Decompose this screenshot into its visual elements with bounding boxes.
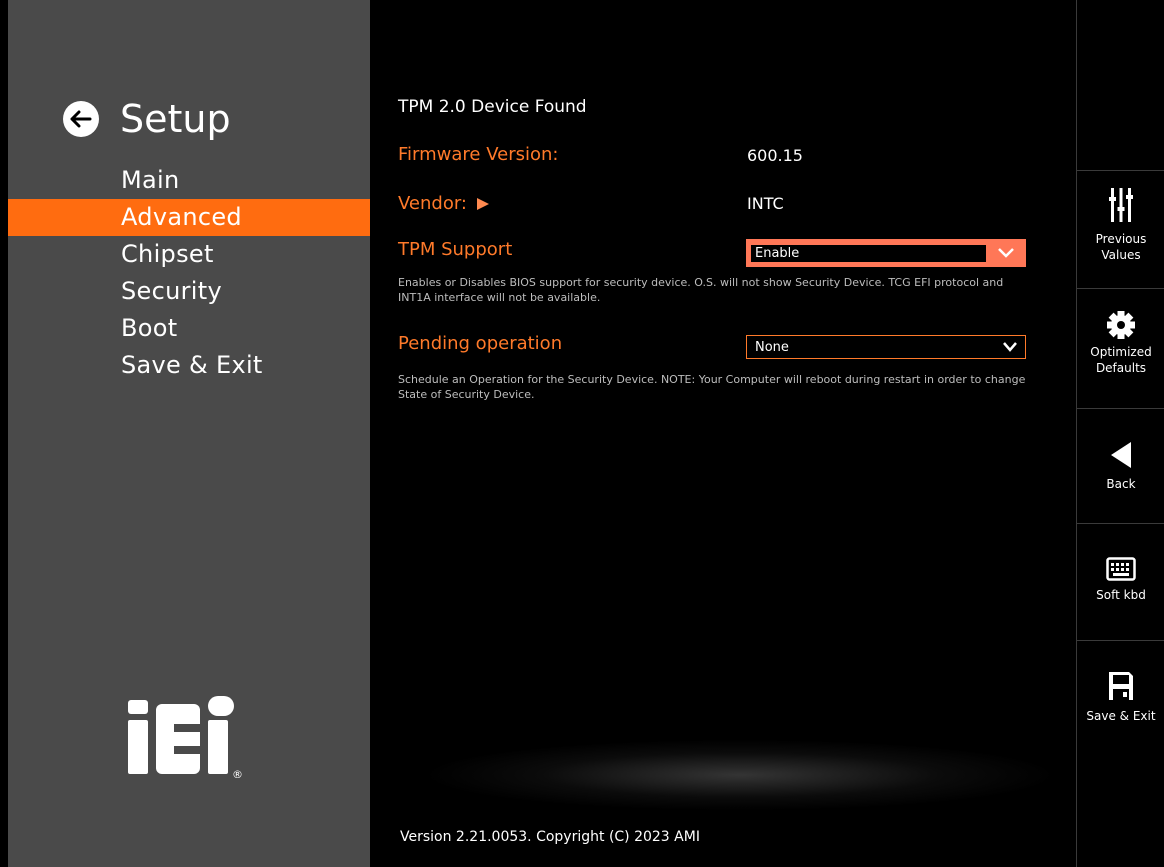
divider — [1077, 523, 1164, 524]
gear-icon — [1077, 310, 1164, 340]
divider — [1077, 288, 1164, 289]
menu-item-boot[interactable]: Boot — [8, 310, 370, 347]
menu-item-advanced[interactable]: Advanced — [8, 199, 370, 236]
vendor-value: INTC — [747, 194, 784, 213]
tpm-device-status: TPM 2.0 Device Found — [398, 97, 587, 117]
menu-item-chipset[interactable]: Chipset — [8, 236, 370, 273]
optimized-defaults-label: Optimized Defaults — [1090, 345, 1152, 375]
back-label: Back — [1106, 477, 1136, 491]
back-triangle-icon — [1077, 440, 1164, 470]
back-arrow-icon[interactable] — [63, 101, 99, 137]
pending-operation-value: None — [755, 340, 789, 355]
menu-item-security[interactable]: Security — [8, 273, 370, 310]
divider — [1077, 170, 1164, 171]
previous-values-label: Previous Values — [1095, 232, 1147, 262]
tpm-support-help: Enables or Disables BIOS support for sec… — [398, 276, 1004, 304]
tpm-support-value: Enable — [751, 245, 986, 262]
divider — [1077, 408, 1164, 409]
menu-item-main[interactable]: Main — [8, 162, 370, 199]
sidebar: Setup Main Advanced Chipset Security Boo… — [8, 0, 370, 867]
iei-logo: ® — [128, 696, 248, 782]
save-exit-label: Save & Exit — [1086, 709, 1156, 723]
setup-title: Setup — [120, 97, 231, 141]
chevron-down-icon — [996, 243, 1016, 267]
tpm-support-label[interactable]: TPM Support — [398, 239, 512, 260]
vendor-label: Vendor: — [398, 193, 467, 214]
sliders-icon — [1077, 185, 1164, 225]
main-menu: Main Advanced Chipset Security Boot Save… — [8, 162, 370, 384]
optimized-defaults-button[interactable]: Optimized Defaults — [1077, 310, 1164, 376]
pending-operation-label[interactable]: Pending operation — [398, 333, 562, 354]
firmware-version-label: Firmware Version: — [398, 144, 559, 165]
tpm-support-dropdown[interactable]: Enable — [746, 239, 1026, 267]
previous-values-button[interactable]: Previous Values — [1077, 185, 1164, 263]
firmware-version-value: 600.15 — [747, 146, 803, 165]
version-footer: Version 2.21.0053. Copyright (C) 2023 AM… — [400, 829, 700, 845]
soft-keyboard-label: Soft kbd — [1096, 588, 1146, 602]
setup-header: Setup — [63, 97, 231, 141]
divider — [1077, 640, 1164, 641]
svg-text:®: ® — [232, 768, 243, 778]
menu-item-save-exit[interactable]: Save & Exit — [8, 347, 370, 384]
main-panel: TPM 2.0 Device Found Firmware Version: 6… — [370, 0, 1076, 867]
chevron-down-icon — [1001, 338, 1019, 360]
soft-keyboard-button[interactable]: Soft kbd — [1077, 557, 1164, 603]
right-toolbar: Previous Values Optimized Defaults Back — [1076, 0, 1164, 867]
vendor-label-row: Vendor: — [398, 193, 489, 214]
pointer-arrow-icon — [477, 198, 489, 210]
background-glow — [430, 740, 1050, 810]
floppy-save-icon — [1077, 670, 1164, 702]
keyboard-icon — [1077, 557, 1164, 581]
back-button[interactable]: Back — [1077, 440, 1164, 492]
pending-operation-dropdown[interactable]: None — [746, 335, 1026, 359]
save-exit-button[interactable]: Save & Exit — [1077, 670, 1164, 724]
pending-operation-help: Schedule an Operation for the Security D… — [398, 373, 1026, 401]
